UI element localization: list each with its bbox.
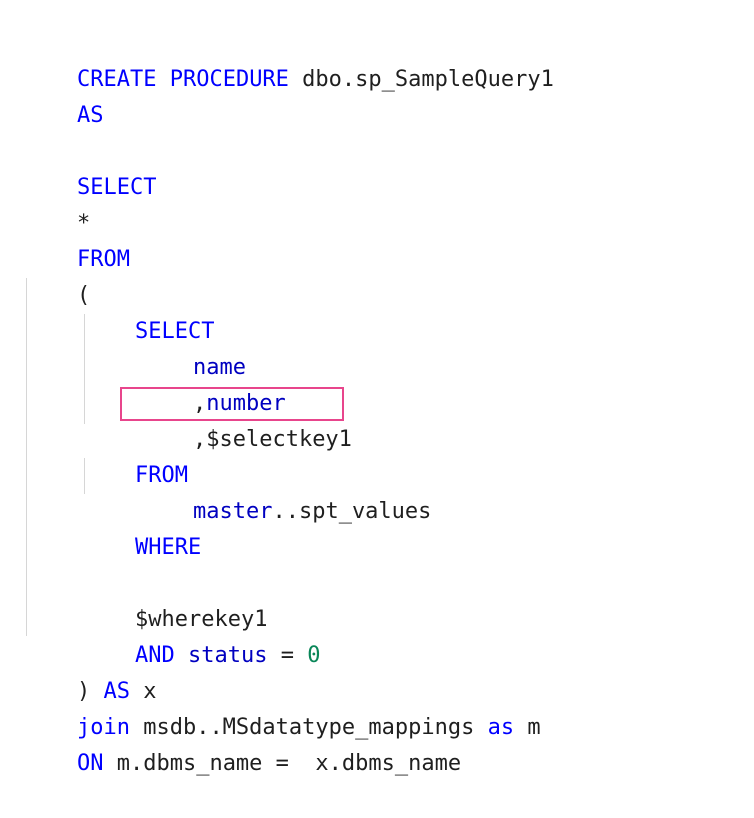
table-spt-values: ..spt_values	[272, 499, 432, 524]
database-master: master	[192, 499, 273, 524]
number-literal: 0	[307, 643, 321, 668]
code-line: FROM	[82, 422, 188, 488]
code-line: master..spt_values	[140, 458, 431, 524]
join-condition: m.dbms_name = x.dbms_name	[103, 751, 462, 776]
code-line: (	[24, 242, 90, 308]
alias-m: m	[514, 715, 541, 740]
keyword-as: as	[487, 715, 515, 740]
code-line: WHERE	[82, 494, 201, 560]
code-line: ) AS x	[24, 638, 157, 704]
keyword-procedure: PROCEDURE	[169, 67, 289, 92]
keyword-where: WHERE	[134, 535, 202, 560]
keyword-as: AS	[76, 103, 104, 128]
code-line: ,number	[140, 350, 286, 416]
code-line: name	[140, 314, 246, 380]
code-line: $wherekey1	[82, 566, 267, 632]
selectkey-highlight-box	[120, 387, 344, 421]
keyword-on: ON	[76, 751, 104, 776]
procedure-name: dbo.sp_SampleQuery1	[288, 67, 554, 92]
equals-operator: =	[267, 643, 308, 668]
code-line: ON m.dbms_name = x.dbms_name	[24, 710, 461, 776]
code-line: join msdb..MSdatatype_mappings as m	[24, 674, 541, 740]
code-line: CREATE PROCEDURE dbo.sp_SampleQuery1	[24, 26, 554, 92]
code-line: *	[24, 170, 90, 236]
code-line: FROM	[24, 206, 130, 272]
code-line: SELECT	[24, 134, 156, 200]
selectkey-placeholder: ,$selectkey1	[192, 427, 352, 452]
code-line: SELECT	[82, 278, 214, 344]
code-line: AND status = 0	[82, 602, 320, 668]
code-editor[interactable]: CREATE PROCEDURE dbo.sp_SampleQuery1 AS …	[0, 0, 754, 776]
code-line: AS	[24, 62, 104, 128]
column-status: status	[187, 643, 268, 668]
